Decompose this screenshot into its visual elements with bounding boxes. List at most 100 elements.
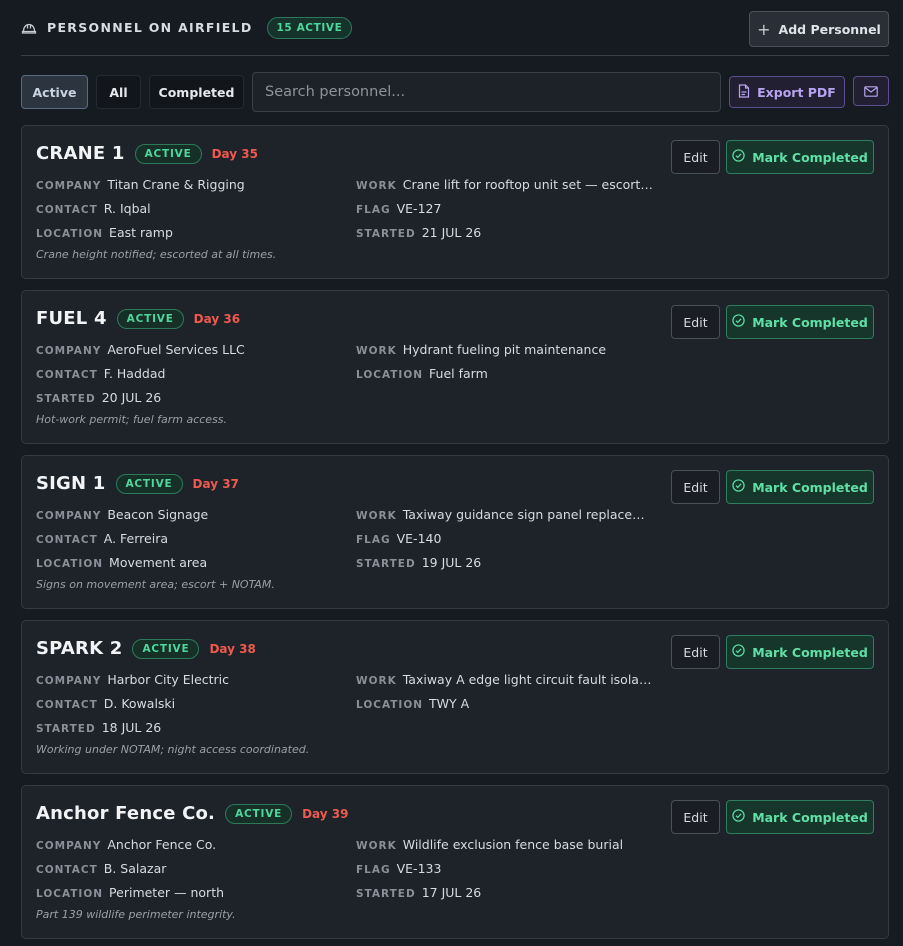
- field-contact: CONTACT D. Kowalski: [36, 696, 175, 711]
- field-location: LOCATION East ramp: [36, 225, 173, 240]
- check-circle-icon: [732, 479, 745, 495]
- hard-hat-icon: [21, 20, 37, 36]
- field-work: WORK Hydrant fueling pit maintenance: [356, 342, 606, 357]
- field-value: 18 JUL 26: [101, 720, 162, 735]
- field-key: WORK: [356, 840, 397, 852]
- mail-icon: [864, 82, 878, 101]
- card-name: CRANE 1: [36, 143, 125, 164]
- field-value: 17 JUL 26: [421, 885, 482, 900]
- mark-completed-button[interactable]: Mark Completed: [726, 140, 874, 174]
- field-key: STARTED: [356, 228, 416, 240]
- card-note: Working under NOTAM; night access coordi…: [36, 743, 310, 756]
- field-key: COMPANY: [36, 840, 102, 852]
- field-work: WORK Taxiway guidance sign panel replacem…: [356, 507, 656, 522]
- card-note: Part 139 wildlife perimeter integrity.: [36, 908, 236, 921]
- field-work: WORK Wildlife exclusion fence base burial: [356, 837, 623, 852]
- field-key: COMPANY: [36, 510, 102, 522]
- field-contact: CONTACT R. Iqbal: [36, 201, 151, 216]
- field-started: STARTED 20 JUL 26: [36, 390, 161, 405]
- field-key: STARTED: [356, 558, 416, 570]
- add-personnel-label: Add Personnel: [778, 21, 881, 37]
- field-contact: CONTACT B. Salazar: [36, 861, 166, 876]
- status-badge: ACTIVE: [225, 803, 293, 824]
- status-badge: ACTIVE: [115, 473, 183, 494]
- field-value: B. Salazar: [103, 861, 167, 876]
- mark-completed-button[interactable]: Mark Completed: [726, 305, 874, 339]
- edit-button[interactable]: Edit: [671, 305, 720, 339]
- field-key: WORK: [356, 180, 397, 192]
- field-value: Fuel farm: [429, 366, 488, 381]
- field-value: Harbor City Electric: [107, 672, 230, 687]
- card-header: SPARK 2 ACTIVE Day 38: [36, 638, 256, 659]
- field-value: Wildlife exclusion fence base burial: [402, 837, 624, 852]
- mark-completed-label: Mark Completed: [752, 809, 868, 825]
- card-name: SPARK 2: [36, 638, 123, 659]
- card-name: Anchor Fence Co.: [36, 803, 216, 824]
- add-personnel-button[interactable]: + Add Personnel: [749, 11, 889, 47]
- field-key: CONTACT: [36, 864, 98, 876]
- mark-completed-button[interactable]: Mark Completed: [726, 470, 874, 504]
- mark-completed-button[interactable]: Mark Completed: [726, 800, 874, 834]
- email-button[interactable]: [853, 76, 889, 106]
- edit-button[interactable]: Edit: [671, 800, 720, 834]
- field-key: LOCATION: [36, 558, 104, 570]
- field-work: WORK Taxiway A edge light circuit fault i…: [356, 672, 656, 687]
- status-badge: ACTIVE: [116, 308, 184, 329]
- edit-button[interactable]: Edit: [671, 635, 720, 669]
- export-pdf-button[interactable]: Export PDF: [729, 76, 845, 108]
- filter-active-tab[interactable]: Active: [21, 75, 88, 109]
- field-key: COMPANY: [36, 675, 102, 687]
- field-value: D. Kowalski: [103, 696, 176, 711]
- field-company: COMPANY Beacon Signage: [36, 507, 208, 522]
- mark-completed-button[interactable]: Mark Completed: [726, 635, 874, 669]
- card-name: FUEL 4: [36, 308, 107, 329]
- field-key: WORK: [356, 510, 397, 522]
- field-key: COMPANY: [36, 345, 102, 357]
- mark-completed-label: Mark Completed: [752, 644, 868, 660]
- search-input[interactable]: [252, 72, 721, 112]
- check-circle-icon: [732, 314, 745, 330]
- field-value: VE-127: [396, 201, 442, 216]
- day-counter: Day 38: [209, 641, 256, 656]
- field-key: LOCATION: [356, 369, 424, 381]
- field-key: CONTACT: [36, 534, 98, 546]
- day-counter: Day 39: [302, 806, 349, 821]
- status-badge: ACTIVE: [134, 143, 202, 164]
- field-key: STARTED: [36, 393, 96, 405]
- mark-completed-label: Mark Completed: [752, 479, 868, 495]
- field-started: STARTED 18 JUL 26: [36, 720, 161, 735]
- field-value: R. Iqbal: [103, 201, 151, 216]
- toolbar: Active All Completed Export PDF: [21, 72, 889, 112]
- card-note: Crane height notified; escorted at all t…: [36, 248, 277, 261]
- plus-icon: +: [757, 19, 771, 39]
- field-location: LOCATION Fuel farm: [356, 366, 488, 381]
- personnel-card: Anchor Fence Co. ACTIVE Day 39 Edit Mark…: [21, 785, 889, 939]
- field-value: Crane lift for rooftop unit set — escort…: [402, 177, 656, 192]
- personnel-card: CRANE 1 ACTIVE Day 35 Edit Mark Complete…: [21, 125, 889, 279]
- day-counter: Day 35: [211, 146, 258, 161]
- card-note: Signs on movement area; escort + NOTAM.: [36, 578, 275, 591]
- pdf-file-icon: [738, 83, 750, 101]
- field-value: Hydrant fueling pit maintenance: [402, 342, 607, 357]
- filter-all-tab[interactable]: All: [96, 75, 141, 109]
- field-value: 19 JUL 26: [421, 555, 482, 570]
- field-location: LOCATION Movement area: [36, 555, 207, 570]
- field-company: COMPANY Titan Crane & Rigging: [36, 177, 245, 192]
- field-company: COMPANY Anchor Fence Co.: [36, 837, 216, 852]
- field-value: 20 JUL 26: [101, 390, 162, 405]
- field-value: AeroFuel Services LLC: [107, 342, 245, 357]
- field-value: F. Haddad: [103, 366, 166, 381]
- card-header: FUEL 4 ACTIVE Day 36: [36, 308, 240, 329]
- field-key: FLAG: [356, 534, 391, 546]
- field-value: Titan Crane & Rigging: [107, 177, 245, 192]
- filter-completed-tab[interactable]: Completed: [149, 75, 244, 109]
- edit-button[interactable]: Edit: [671, 470, 720, 504]
- check-circle-icon: [732, 644, 745, 660]
- field-location: LOCATION Perimeter — north: [36, 885, 224, 900]
- card-header: CRANE 1 ACTIVE Day 35: [36, 143, 258, 164]
- field-started: STARTED 17 JUL 26: [356, 885, 481, 900]
- edit-button[interactable]: Edit: [671, 140, 720, 174]
- field-key: STARTED: [36, 723, 96, 735]
- field-value: Taxiway A edge light circuit fault isola…: [402, 672, 656, 687]
- card-header: Anchor Fence Co. ACTIVE Day 39: [36, 803, 348, 824]
